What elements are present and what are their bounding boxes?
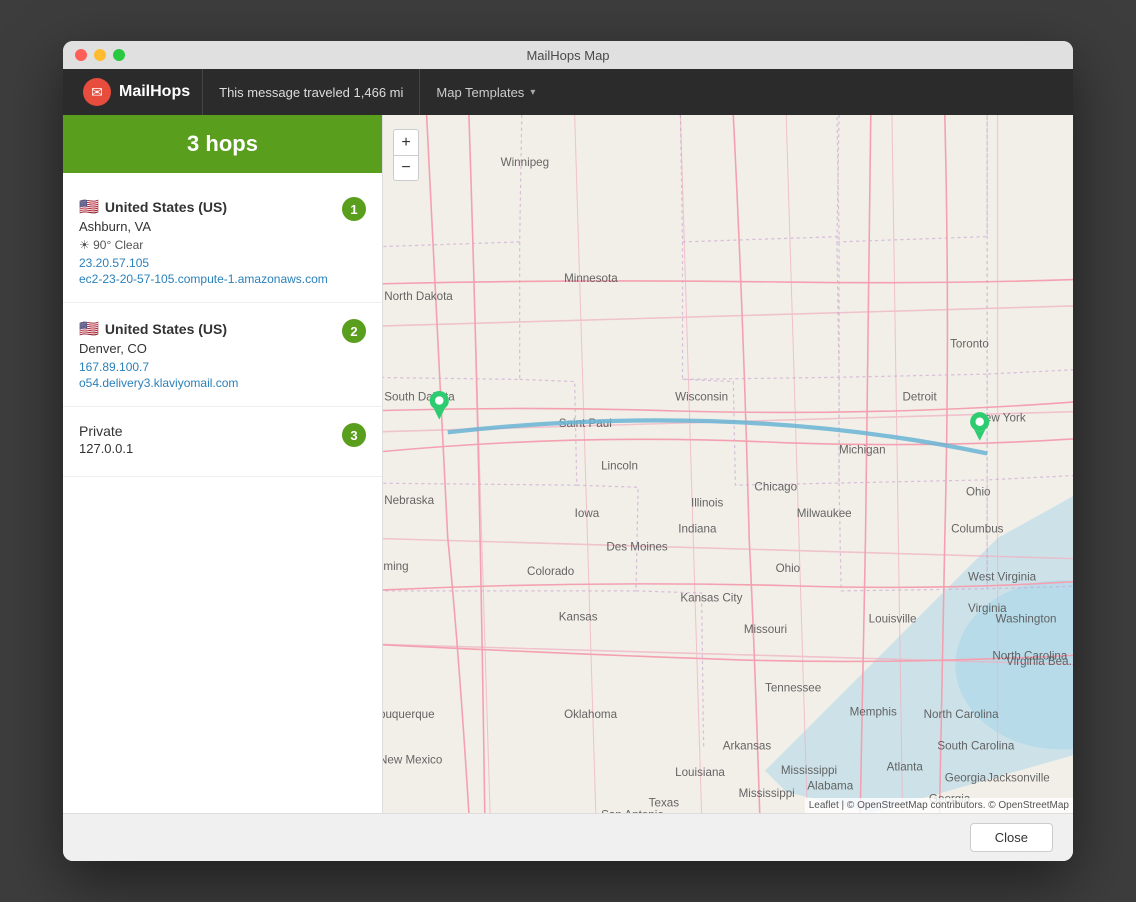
maximize-window-button[interactable]	[113, 49, 125, 61]
svg-text:North Dakota: North Dakota	[384, 290, 453, 303]
svg-text:Lincoln: Lincoln	[601, 459, 638, 472]
map-container[interactable]: Winnipeg North Dakota Minnesota South Da…	[383, 115, 1073, 813]
svg-text:Michigan: Michigan	[839, 443, 886, 456]
hop-item: 3 Private 127.0.0.1	[63, 407, 382, 477]
hop-badge: 3	[342, 423, 366, 447]
close-button[interactable]: Close	[970, 823, 1053, 852]
hop-badge: 1	[342, 197, 366, 221]
title-bar: MailHops Map	[63, 41, 1073, 69]
map-templates-label: Map Templates	[436, 85, 524, 100]
footer-bar: Close	[63, 813, 1073, 861]
svg-text:Washington: Washington	[996, 613, 1057, 626]
svg-text:Toronto: Toronto	[950, 338, 989, 351]
svg-text:Georgia: Georgia	[945, 771, 987, 784]
map-svg: Winnipeg North Dakota Minnesota South Da…	[383, 115, 1073, 813]
svg-text:buquerque: buquerque	[383, 708, 435, 721]
svg-text:Ohio: Ohio	[776, 562, 801, 575]
hop-city: Ashburn, VA	[79, 219, 366, 234]
hop-weather: ☀ 90° Clear	[79, 238, 366, 252]
app-window: MailHops Map ✉ MailHops This message tra…	[63, 41, 1073, 861]
svg-text:Missouri: Missouri	[744, 623, 787, 636]
hop-ip-link[interactable]: 167.89.100.7	[79, 360, 366, 374]
svg-text:Ohio: Ohio	[966, 486, 991, 499]
hops-count: 3 hops	[63, 115, 382, 173]
svg-text:Wisconsin: Wisconsin	[675, 391, 728, 404]
svg-text:South Carolina: South Carolina	[937, 740, 1014, 753]
hop-item: 1 🇺🇸 United States (US) Ashburn, VA ☀ 90…	[63, 181, 382, 303]
svg-text:Kansas City: Kansas City	[680, 591, 742, 604]
hop-city: 127.0.0.1	[79, 441, 366, 456]
svg-text:Illinois: Illinois	[691, 496, 723, 509]
hop-ip-link[interactable]: 23.20.57.105	[79, 256, 366, 270]
hop-item: 2 🇺🇸 United States (US) Denver, CO 167.8…	[63, 303, 382, 407]
svg-text:Chicago: Chicago	[754, 480, 797, 493]
us-flag-icon: 🇺🇸	[79, 197, 99, 217]
svg-text:Iowa: Iowa	[575, 507, 600, 520]
brand-icon: ✉	[83, 78, 111, 106]
svg-text:New Mexico: New Mexico	[383, 753, 442, 766]
svg-text:Milwaukee: Milwaukee	[797, 507, 852, 520]
svg-text:Columbus: Columbus	[951, 523, 1004, 536]
content-area: 3 hops 1 🇺🇸 United States (US) Ashburn, …	[63, 115, 1073, 813]
brand-name: MailHops	[119, 83, 190, 101]
svg-text:Minnesota: Minnesota	[564, 272, 618, 285]
map-controls: + −	[393, 129, 419, 181]
zoom-in-button[interactable]: +	[393, 129, 419, 155]
svg-text:Oklahoma: Oklahoma	[564, 708, 618, 721]
svg-text:Mississippi: Mississippi	[739, 787, 795, 800]
svg-text:Nebraska: Nebraska	[384, 494, 434, 507]
zoom-out-button[interactable]: −	[393, 155, 419, 181]
svg-text:Indiana: Indiana	[678, 523, 717, 536]
map-templates-button[interactable]: Map Templates ▾	[420, 69, 551, 115]
svg-text:Winnipeg: Winnipeg	[501, 156, 549, 169]
hop-hostname-link[interactable]: ec2-23-20-57-105.compute-1.amazonaws.com	[79, 272, 366, 286]
svg-text:Colorado: Colorado	[527, 565, 574, 578]
svg-text:Louisiana: Louisiana	[675, 766, 725, 779]
hop-country: 🇺🇸 United States (US)	[79, 319, 366, 339]
svg-text:Louisville: Louisville	[869, 613, 917, 626]
svg-text:North Carolina: North Carolina	[992, 650, 1067, 663]
svg-text:...ming: ...ming	[383, 560, 409, 573]
chevron-down-icon: ▾	[530, 87, 535, 98]
svg-text:Detroit: Detroit	[902, 391, 937, 404]
window-title: MailHops Map	[526, 48, 609, 63]
sidebar: 3 hops 1 🇺🇸 United States (US) Ashburn, …	[63, 115, 383, 813]
window-controls	[75, 49, 125, 61]
svg-text:Tennessee: Tennessee	[765, 681, 821, 694]
minimize-window-button[interactable]	[94, 49, 106, 61]
svg-text:Kansas: Kansas	[559, 611, 598, 624]
hop-country: 🇺🇸 United States (US)	[79, 197, 366, 217]
map-attribution: Leaflet | © OpenStreetMap contributors. …	[805, 798, 1073, 813]
svg-text:West Virginia: West Virginia	[968, 570, 1037, 583]
svg-text:Mississippi: Mississippi	[781, 764, 837, 777]
hop-city: Denver, CO	[79, 341, 366, 356]
svg-text:Alabama: Alabama	[807, 780, 853, 793]
hop-badge: 2	[342, 319, 366, 343]
svg-text:San Antonio: San Antonio	[601, 808, 664, 813]
hop-private-label: Private	[79, 423, 366, 439]
svg-text:Arkansas: Arkansas	[723, 740, 772, 753]
svg-text:North Carolina: North Carolina	[924, 708, 999, 721]
svg-text:Jacksonville: Jacksonville	[987, 771, 1050, 784]
hop-list: 1 🇺🇸 United States (US) Ashburn, VA ☀ 90…	[63, 173, 382, 813]
us-flag-icon: 🇺🇸	[79, 319, 99, 339]
svg-text:Des Moines: Des Moines	[606, 541, 668, 554]
navbar: ✉ MailHops This message traveled 1,466 m…	[63, 69, 1073, 115]
message-distance: This message traveled 1,466 mi	[202, 69, 420, 115]
hop-hostname-link[interactable]: o54.delivery3.klaviyomail.com	[79, 376, 366, 390]
brand: ✉ MailHops	[71, 74, 202, 110]
svg-text:Atlanta: Atlanta	[887, 761, 924, 774]
close-window-button[interactable]	[75, 49, 87, 61]
svg-text:Memphis: Memphis	[850, 706, 897, 719]
